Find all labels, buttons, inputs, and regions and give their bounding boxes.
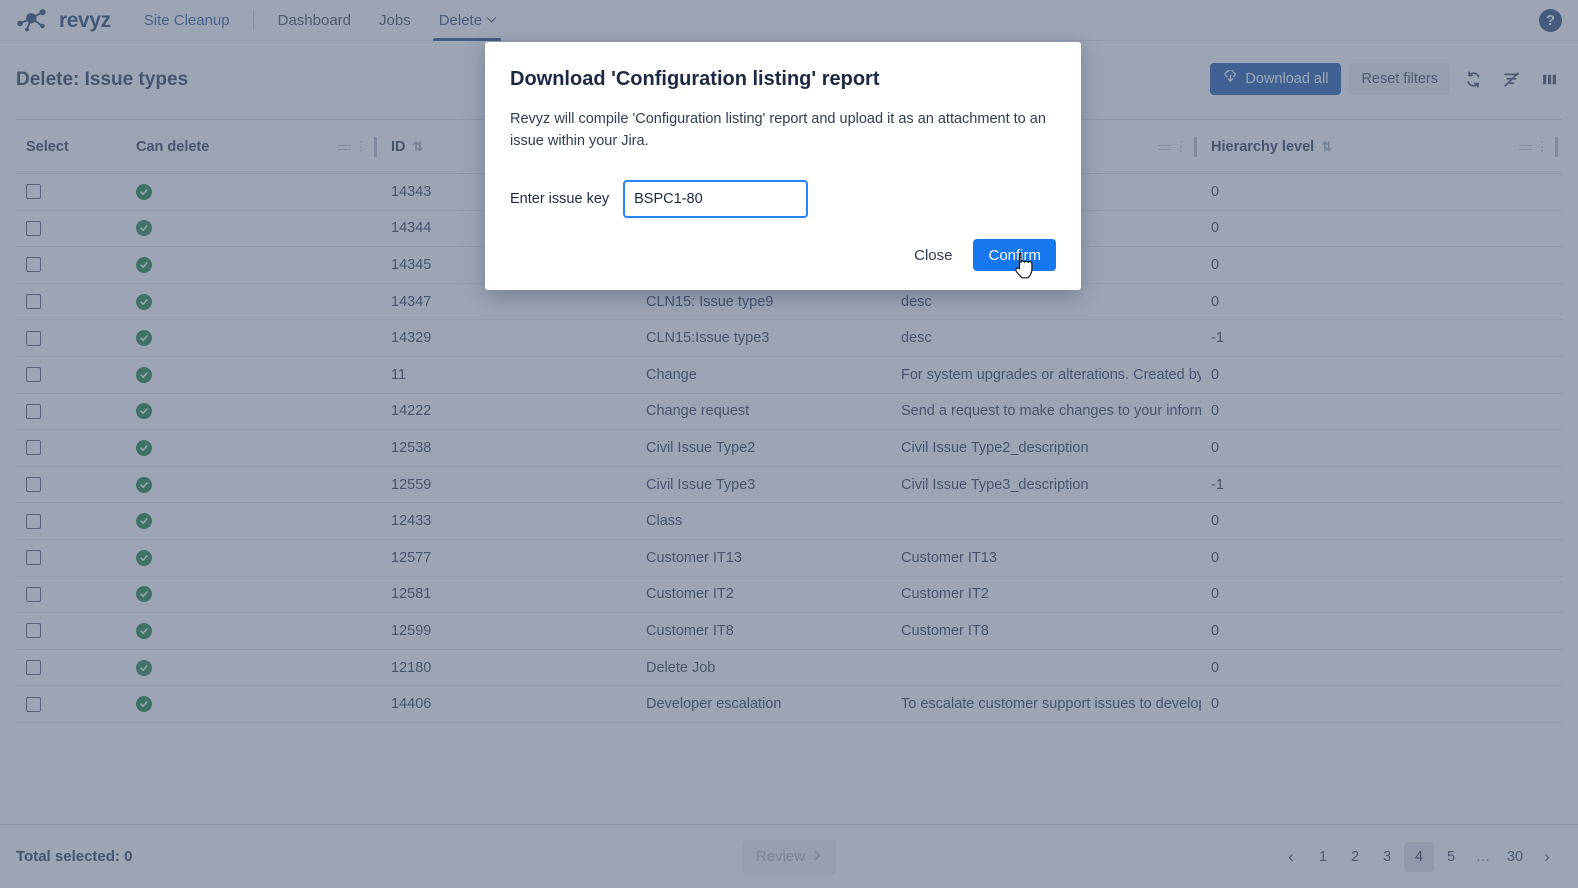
issue-key-field-row: Enter issue key — [510, 179, 1056, 218]
dialog-title: Download 'Configuration listing' report — [510, 68, 880, 90]
app-root: revyz Site Cleanup Dashboard Jobs Delete… — [0, 0, 1578, 888]
issue-key-label: Enter issue key — [510, 190, 610, 207]
dialog-actions: Close Confirm — [906, 239, 1056, 271]
dialog-body-text: Revyz will compile 'Configuration listin… — [510, 111, 1046, 149]
issue-key-input[interactable] — [623, 179, 809, 218]
confirm-button[interactable]: Confirm — [973, 239, 1056, 271]
close-button[interactable]: Close — [906, 241, 960, 270]
download-report-dialog: Download 'Configuration listing' report … — [485, 42, 1081, 290]
